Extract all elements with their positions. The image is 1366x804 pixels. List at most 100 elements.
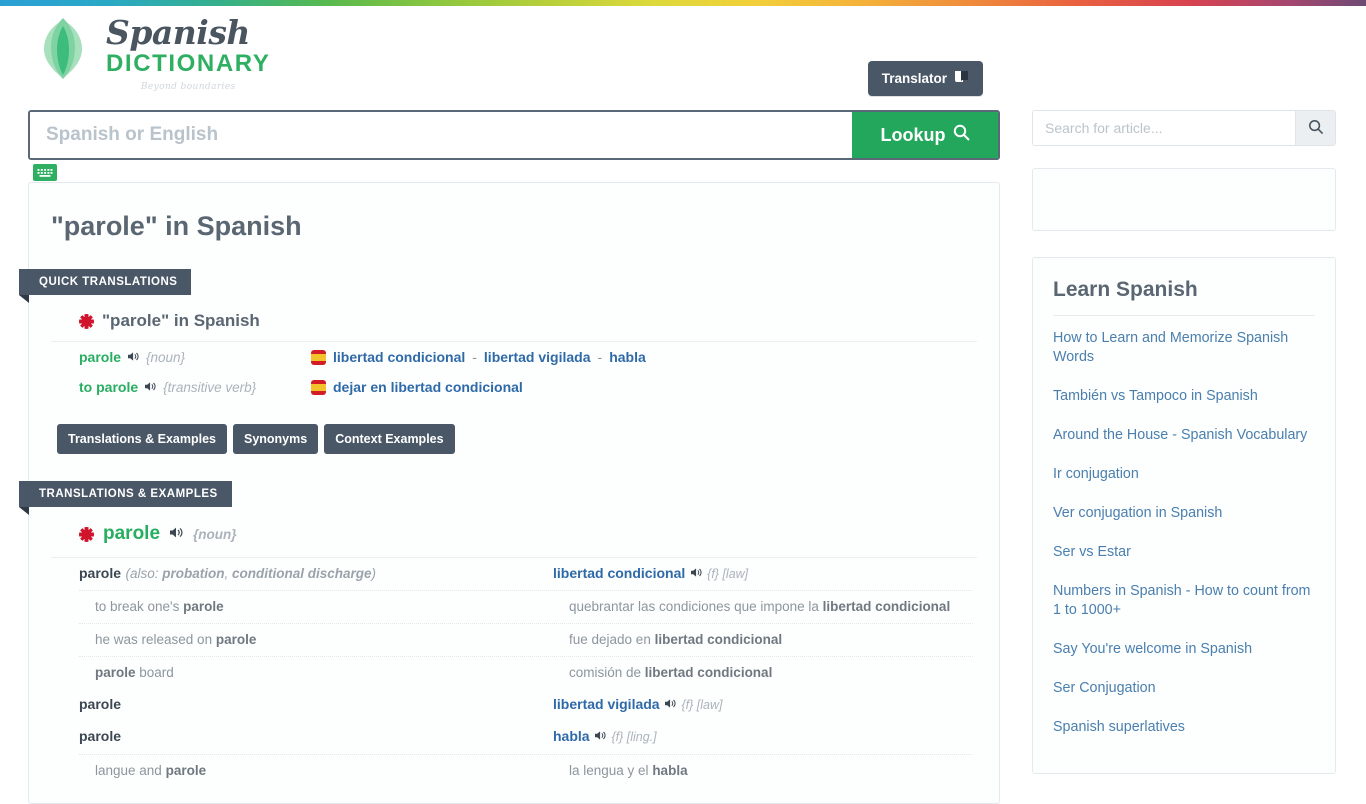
learn-spanish-links: How to Learn and Memorize Spanish Words T… bbox=[1053, 329, 1315, 737]
search-icon bbox=[1308, 119, 1324, 138]
quick-translation-rows: parole {noun} libertad condicional - liberta… bbox=[51, 342, 977, 402]
entry-english-word: parole bbox=[79, 728, 122, 745]
learn-spanish-link[interactable]: How to Learn and Memorize Spanish Words bbox=[1053, 329, 1315, 367]
learn-spanish-link[interactable]: También vs Tampoco in Spanish bbox=[1053, 387, 1315, 406]
search-icon bbox=[953, 124, 970, 146]
example-spanish: la lengua y el habla bbox=[569, 762, 688, 778]
entry-english: parole bbox=[79, 696, 553, 714]
logo-wordmark: Spanish DICTIONARY Beyond boundaries bbox=[106, 12, 270, 92]
entry-spanish: libertad vigilada {f} [law] bbox=[553, 696, 973, 714]
learn-spanish-link[interactable]: Ver conjugation in Spanish bbox=[1053, 504, 1315, 523]
logo-tagline: Beyond boundaries bbox=[140, 81, 236, 92]
uk-flag-icon bbox=[79, 526, 94, 542]
quick-translations-heading: "parole" in Spanish bbox=[51, 295, 977, 342]
dictionary-result-card: "parole" in Spanish QUICK TRANSLATIONS "… bbox=[19, 182, 1000, 804]
entry-row: parole (also: probation, conditional dis… bbox=[79, 558, 973, 590]
learn-spanish-link[interactable]: Spanish superlatives bbox=[1053, 718, 1315, 737]
te-heading-word: parole bbox=[103, 523, 161, 544]
entry-spanish: habla {f} [ling.] bbox=[553, 728, 973, 746]
tab-synonyms[interactable]: Synonyms bbox=[232, 424, 319, 454]
quick-heading-text: "parole" in Spanish bbox=[102, 311, 260, 330]
example-spanish: comisión de libertad condicional bbox=[569, 665, 773, 681]
speaker-icon[interactable] bbox=[169, 523, 184, 545]
translation-link[interactable]: dejar en libertad condicional bbox=[333, 379, 523, 395]
quick-row-source: parole {noun} bbox=[79, 349, 311, 365]
translations-examples-ribbon: TRANSLATIONS & EXAMPLES bbox=[19, 481, 232, 515]
speaker-icon[interactable] bbox=[127, 349, 140, 365]
translation-link[interactable]: habla bbox=[609, 349, 646, 365]
example-english: parole board bbox=[95, 665, 174, 681]
spain-flag-icon bbox=[311, 379, 326, 395]
leaf-book-logo-icon bbox=[32, 16, 94, 82]
source-term: parole bbox=[79, 349, 122, 365]
lookup-button[interactable]: Lookup bbox=[852, 112, 998, 158]
lookup-label: Lookup bbox=[880, 124, 946, 145]
example-english: to break one's parole bbox=[95, 599, 224, 615]
entry-english-word: parole bbox=[79, 565, 122, 581]
entry-also: (also: probation, conditional discharge) bbox=[125, 566, 377, 581]
article-search-bar[interactable] bbox=[1032, 110, 1336, 146]
quick-translations-ribbon: QUICK TRANSLATIONS bbox=[19, 269, 192, 303]
logo-dictionary-text: DICTIONARY bbox=[106, 50, 271, 77]
entry-spanish-word[interactable]: libertad condicional bbox=[553, 565, 685, 581]
entry-english: parole bbox=[79, 728, 553, 746]
right-sidebar: Learn Spanish How to Learn and Memorize … bbox=[1032, 110, 1336, 774]
quick-row-translations: libertad condicional - libertad vigilada - h… bbox=[311, 349, 646, 365]
speaker-icon[interactable] bbox=[664, 696, 677, 714]
learn-spanish-panel: Learn Spanish How to Learn and Memorize … bbox=[1032, 257, 1336, 774]
site-logo[interactable]: Spanish DICTIONARY Beyond boundaries bbox=[32, 12, 270, 92]
speaker-icon[interactable] bbox=[690, 565, 703, 583]
example-spanish: fue dejado en libertad condicional bbox=[569, 632, 783, 648]
search-input[interactable] bbox=[30, 112, 852, 158]
example-english: he was released on parole bbox=[95, 632, 257, 648]
translator-button[interactable]: Translator bbox=[867, 61, 983, 96]
learn-spanish-link[interactable]: Ser Conjugation bbox=[1053, 679, 1315, 698]
tab-row: Translations & Examples Synonyms Context E… bbox=[29, 402, 999, 454]
tab-translations-examples[interactable]: Translations & Examples bbox=[57, 424, 227, 454]
separator: - bbox=[597, 349, 603, 365]
te-heading-pos: {noun} bbox=[193, 526, 237, 542]
quick-row-translations: dejar en libertad condicional bbox=[311, 379, 523, 395]
translation-link[interactable]: libertad vigilada bbox=[484, 349, 591, 365]
article-search-input[interactable] bbox=[1033, 111, 1295, 145]
entry-row: parole libertad vigilada {f} [law] bbox=[79, 689, 973, 721]
te-heading: parole {noun} bbox=[51, 507, 977, 558]
article-search-button[interactable] bbox=[1295, 111, 1335, 145]
book-icon bbox=[954, 70, 969, 86]
main-search-bar[interactable]: Lookup bbox=[28, 110, 1000, 160]
entry-spanish-word[interactable]: libertad vigilada bbox=[553, 696, 660, 712]
speaker-icon[interactable] bbox=[144, 379, 157, 395]
entry-english: parole (also: probation, conditional dis… bbox=[79, 565, 553, 583]
part-of-speech: {noun} bbox=[146, 349, 186, 365]
translation-link[interactable]: libertad condicional bbox=[333, 349, 465, 365]
logo-script-text: Spanish bbox=[106, 13, 250, 52]
source-term: to parole bbox=[79, 379, 139, 395]
example-english: langue and parole bbox=[95, 762, 207, 778]
learn-spanish-link[interactable]: Ser vs Estar bbox=[1053, 543, 1315, 562]
entry-spanish: libertad condicional {f} [law] bbox=[553, 565, 973, 583]
example-spanish: quebrantar las condiciones que impone la… bbox=[569, 599, 951, 615]
entry-row: parole habla {f} [ling.] bbox=[79, 721, 973, 753]
quick-translation-row: parole {noun} libertad condicional - liberta… bbox=[51, 342, 977, 372]
quick-translations-section: "parole" in Spanish parole {noun} libertad… bbox=[29, 295, 999, 402]
entry-meta: {f} [ling.] bbox=[611, 730, 657, 745]
examples-table: parole (also: probation, conditional dis… bbox=[51, 558, 977, 787]
learn-spanish-link[interactable]: Around the House - Spanish Vocabulary bbox=[1053, 426, 1315, 445]
example-row: langue and parole la lengua y el habla bbox=[79, 753, 973, 787]
learn-spanish-link[interactable]: Numbers in Spanish - How to count from 1… bbox=[1053, 582, 1315, 620]
quick-row-source: to parole {transitive verb} bbox=[79, 379, 311, 395]
site-header: Spanish DICTIONARY Beyond boundaries Tra… bbox=[0, 6, 1366, 181]
entry-meta: {f} [law] bbox=[707, 567, 749, 582]
separator: - bbox=[472, 349, 477, 365]
speaker-icon[interactable] bbox=[594, 728, 607, 746]
example-row: parole board comisión de libertad condici… bbox=[79, 656, 973, 689]
learn-spanish-link[interactable]: Say You're welcome in Spanish bbox=[1053, 640, 1315, 659]
tab-context-examples[interactable]: Context Examples bbox=[324, 424, 455, 454]
ad-placeholder bbox=[1032, 168, 1336, 231]
entry-spanish-word[interactable]: habla bbox=[553, 729, 590, 745]
entry-meta: {f} [law] bbox=[681, 698, 723, 713]
spain-flag-icon bbox=[311, 349, 326, 365]
learn-spanish-link[interactable]: Ir conjugation bbox=[1053, 465, 1315, 484]
uk-flag-icon bbox=[79, 313, 94, 329]
virtual-keyboard-icon[interactable] bbox=[33, 164, 57, 181]
